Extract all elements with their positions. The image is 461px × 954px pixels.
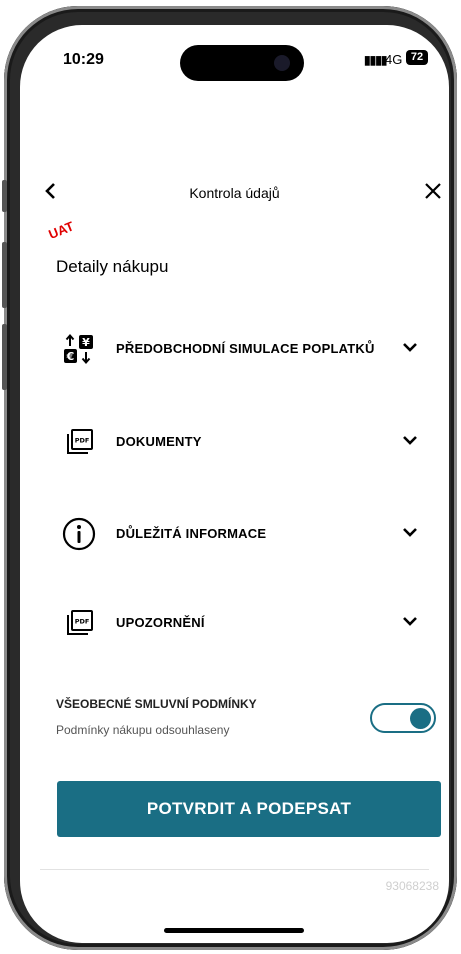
accordion-fee-simulation[interactable]: € ¥ PŘEDOBCHODNÍ SIMULACE POPLATKŮ	[20, 329, 449, 369]
camera-icon	[274, 55, 290, 71]
pdf-documents-icon: PDF	[62, 426, 96, 458]
dynamic-island	[180, 45, 304, 81]
confirm-and-sign-button[interactable]: POTVRDIT A PODEPSAT	[57, 781, 441, 837]
volume-up-button	[2, 242, 7, 308]
chevron-down-icon	[403, 528, 417, 537]
terms-toggle[interactable]	[370, 703, 436, 733]
battery-indicator: 72	[406, 50, 428, 65]
svg-text:PDF: PDF	[75, 437, 90, 445]
network-type: 4G	[385, 52, 403, 67]
divider	[40, 869, 429, 870]
chevron-down-icon	[403, 343, 417, 352]
close-icon	[425, 183, 441, 199]
accordion-important-info[interactable]: DŮLEŽITÁ INFORMACE	[20, 514, 449, 554]
svg-text:PDF: PDF	[75, 618, 90, 626]
currency-exchange-icon: € ¥	[62, 333, 96, 365]
environment-badge: UAT	[46, 218, 76, 242]
page-title: Kontrola údajů	[189, 185, 280, 201]
accordion-label: PŘEDOBCHODNÍ SIMULACE POPLATKŮ	[116, 341, 375, 356]
svg-text:€: €	[66, 350, 75, 363]
accordion-warnings[interactable]: PDF UPOZORNĚNÍ	[20, 603, 449, 643]
build-code: 93068238	[385, 879, 439, 893]
navigation-bar: Kontrola údajů	[20, 180, 449, 210]
signal-icon: ▮▮▮▮	[364, 53, 387, 67]
home-indicator[interactable]	[164, 928, 304, 933]
screen: 10:29 ▮▮▮▮ 4G 72 Kontrola údajů UAT Deta…	[20, 25, 449, 943]
status-time: 10:29	[63, 51, 104, 68]
status-bar: 10:29 ▮▮▮▮ 4G 72	[20, 25, 449, 85]
accordion-label: UPOZORNĚNÍ	[116, 615, 205, 630]
terms-sublabel: Podmínky nákupu odsouhlaseny	[56, 723, 230, 737]
pdf-documents-icon: PDF	[62, 607, 96, 639]
chevron-down-icon	[403, 617, 417, 626]
phone-frame: 10:29 ▮▮▮▮ 4G 72 Kontrola údajů UAT Deta…	[2, 6, 457, 950]
accordion-label: DŮLEŽITÁ INFORMACE	[116, 526, 267, 541]
action-button	[2, 180, 7, 212]
accordion-documents[interactable]: PDF DOKUMENTY	[20, 422, 449, 462]
volume-down-button	[2, 324, 7, 390]
chevron-down-icon	[403, 436, 417, 445]
info-icon	[62, 517, 96, 551]
toggle-knob	[410, 707, 431, 729]
terms-label: VŠEOBECNÉ SMLUVNÍ PODMÍNKY	[56, 697, 257, 711]
section-title: Detaily nákupu	[56, 257, 169, 276]
accordion-label: DOKUMENTY	[116, 434, 202, 449]
close-button[interactable]	[423, 180, 443, 208]
svg-text:¥: ¥	[82, 336, 90, 349]
